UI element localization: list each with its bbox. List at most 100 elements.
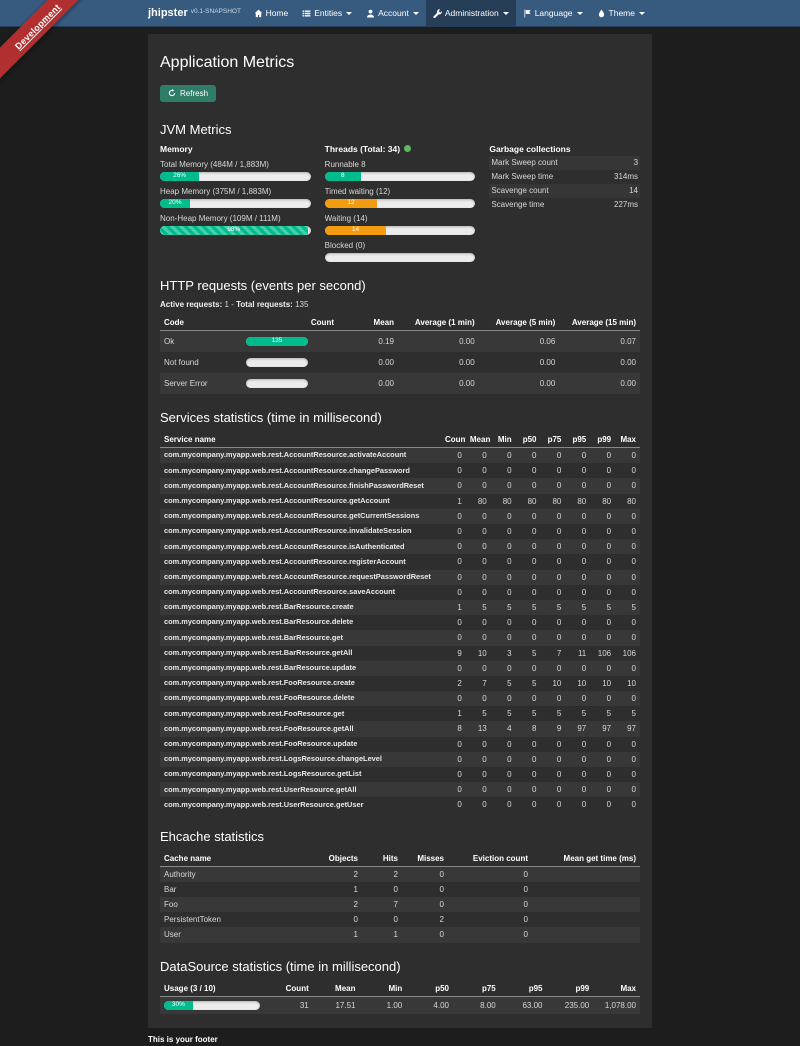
service-value-cell: 0	[590, 691, 615, 706]
service-value-cell: 0	[615, 767, 640, 782]
nav-item-entities[interactable]: Entities	[295, 0, 359, 26]
service-value-cell: 0	[466, 630, 491, 645]
datasource-usage-header: Usage (3 / 10)	[160, 981, 266, 997]
column-header: Hits	[362, 851, 402, 867]
service-value-cell: 0	[541, 478, 566, 493]
column-header: Min	[491, 432, 516, 448]
progress-fill: 135	[246, 337, 308, 346]
cache-value-cell: 0	[402, 927, 448, 942]
service-value-cell: 80	[565, 494, 590, 509]
progress-value-label: 20%	[169, 200, 182, 207]
service-value-cell: 0	[541, 797, 566, 812]
column-header: Code	[160, 315, 242, 331]
refresh-button-label: Refresh	[180, 89, 208, 98]
cache-value-cell	[532, 927, 640, 942]
service-value-cell: 0	[466, 691, 491, 706]
nav-item-theme[interactable]: Theme	[590, 0, 652, 26]
service-value-cell: 0	[491, 767, 516, 782]
user-icon	[366, 9, 375, 18]
nav-item-administration[interactable]: Administration	[426, 0, 516, 26]
service-value-cell: 0	[466, 448, 491, 464]
jvm-metrics-row: Memory Total Memory (484M / 1,883M)26%He…	[160, 144, 640, 262]
service-value-cell: 0	[491, 752, 516, 767]
datasource-value-cell: 17.51	[313, 996, 360, 1014]
main-content: Application Metrics Refresh JVM Metrics …	[148, 34, 652, 1028]
service-name-cell: com.mycompany.myapp.web.rest.UserResourc…	[160, 782, 441, 797]
threads-status-icon[interactable]	[404, 145, 411, 152]
nav-item-language[interactable]: Language	[516, 0, 590, 26]
gc-metric-value: 14	[629, 186, 638, 195]
service-value-cell: 0	[516, 585, 541, 600]
service-value-cell: 0	[541, 509, 566, 524]
cache-value-cell: 0	[448, 927, 532, 942]
caret-down-icon	[346, 12, 352, 15]
service-value-cell: 0	[590, 463, 615, 478]
service-value-cell: 0	[516, 752, 541, 767]
service-value-cell: 0	[590, 585, 615, 600]
service-value-cell: 0	[516, 767, 541, 782]
service-value-cell: 0	[565, 448, 590, 464]
service-name-cell: com.mycompany.myapp.web.rest.LogsResourc…	[160, 767, 441, 782]
progress-bar: 135	[246, 337, 308, 346]
service-value-cell: 0	[615, 752, 640, 767]
service-value-cell: 0	[565, 478, 590, 493]
nav-item-label: Theme	[609, 8, 635, 18]
service-value-cell: 0	[516, 524, 541, 539]
service-value-cell: 0	[541, 615, 566, 630]
service-value-cell: 0	[565, 661, 590, 676]
http-value-cell: 0.00	[398, 373, 479, 394]
brand-link[interactable]: jhipster v0.1-SNAPSHOT	[148, 0, 241, 26]
thread-bars: Runnable 88Timed waiting (12)12Waiting (…	[325, 160, 476, 262]
http-count-cell	[242, 373, 338, 394]
datasource-value-cell: 31	[266, 996, 313, 1014]
cache-value-cell: 1	[362, 927, 402, 942]
cache-value-cell: 7	[362, 897, 402, 912]
gc-metric-value: 3	[634, 158, 638, 167]
gc-rows: Mark Sweep count3Mark Sweep time314msSca…	[489, 156, 640, 212]
service-value-cell: 0	[615, 554, 640, 569]
column-header: p99	[547, 981, 594, 997]
service-value-cell: 8	[516, 721, 541, 736]
gc-heading: Garbage collections	[489, 144, 640, 154]
service-value-cell: 0	[516, 661, 541, 676]
service-row: com.mycompany.myapp.web.rest.BarResource…	[160, 600, 640, 615]
gc-metric-label: Scavenge time	[491, 200, 544, 209]
service-name-cell: com.mycompany.myapp.web.rest.AccountReso…	[160, 539, 441, 554]
services-statistics-table: Service nameCountMeanMinp50p75p95p99Max …	[160, 432, 640, 813]
nav-item-account[interactable]: Account	[359, 0, 426, 26]
service-value-cell: 80	[466, 494, 491, 509]
column-header: p50	[516, 432, 541, 448]
service-row: com.mycompany.myapp.web.rest.AccountReso…	[160, 478, 640, 493]
column-header: Objects	[310, 851, 362, 867]
service-value-cell: 1	[441, 706, 466, 721]
service-value-cell: 5	[466, 706, 491, 721]
service-value-cell: 0	[541, 737, 566, 752]
service-value-cell: 0	[541, 661, 566, 676]
service-value-cell: 80	[615, 494, 640, 509]
service-value-cell: 0	[441, 509, 466, 524]
service-value-cell: 0	[466, 752, 491, 767]
service-name-cell: com.mycompany.myapp.web.rest.AccountReso…	[160, 448, 441, 464]
service-name-cell: com.mycompany.myapp.web.rest.UserResourc…	[160, 797, 441, 812]
footer: This is your footer	[148, 1033, 652, 1046]
service-value-cell: 1	[441, 600, 466, 615]
service-value-cell: 10	[466, 646, 491, 661]
progress-fill: 98%	[160, 226, 308, 235]
service-value-cell: 0	[491, 448, 516, 464]
column-header: Average (5 min)	[479, 315, 560, 331]
progress-fill: 14	[325, 226, 387, 235]
service-value-cell: 0	[441, 570, 466, 585]
service-value-cell: 0	[516, 737, 541, 752]
nav-item-home[interactable]: Home	[247, 0, 296, 26]
column-header: Average (1 min)	[398, 315, 479, 331]
service-value-cell: 10	[615, 676, 640, 691]
table-header-row: Cache nameObjectsHitsMissesEviction coun…	[160, 851, 640, 867]
http-value-cell: 0.00	[398, 352, 479, 373]
service-value-cell: 0	[441, 585, 466, 600]
service-name-cell: com.mycompany.myapp.web.rest.BarResource…	[160, 600, 441, 615]
progress-fill: 12	[325, 199, 378, 208]
http-requests-summary: Active requests: 1 - Total requests: 135	[160, 300, 640, 309]
service-name-cell: com.mycompany.myapp.web.rest.FooResource…	[160, 737, 441, 752]
caret-down-icon	[503, 12, 509, 15]
refresh-button[interactable]: Refresh	[160, 85, 216, 102]
